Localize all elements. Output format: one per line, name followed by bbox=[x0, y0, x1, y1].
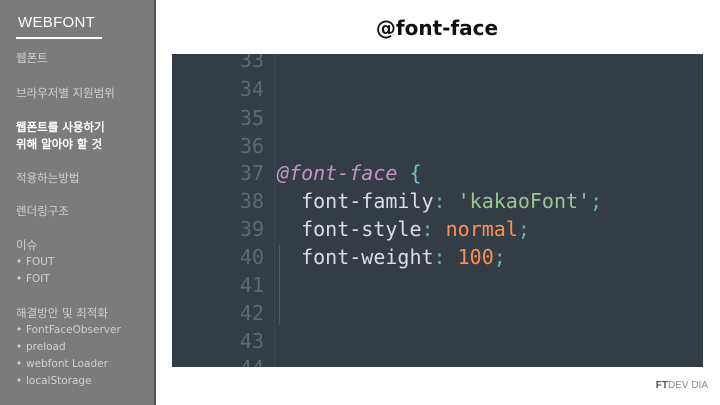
keyword-value: normal bbox=[445, 217, 518, 241]
line-number: 33 bbox=[239, 54, 264, 72]
footer-brand: FTDEV DIA bbox=[655, 380, 708, 391]
at-rule-keyword: @font-face bbox=[277, 161, 398, 185]
line-number: 43 bbox=[239, 329, 264, 353]
sidebar-title: WEBFONT bbox=[18, 14, 96, 31]
sidebar-subitem-fout[interactable]: • FOUT bbox=[16, 254, 54, 271]
code-line-font-weight: font-weight: 100; bbox=[301, 245, 506, 269]
slide-title: @font-face bbox=[375, 16, 499, 40]
sidebar-item-label: 위해 알아야 할 것 bbox=[16, 137, 103, 151]
sidebar-subitem-foit[interactable]: • FOIT bbox=[16, 271, 50, 288]
line-number: 38 bbox=[239, 189, 264, 213]
line-number: 36 bbox=[239, 134, 264, 158]
property-name: font-style bbox=[301, 217, 422, 241]
code-line-at-rule: @font-face { bbox=[277, 161, 422, 185]
line-number: 42 bbox=[239, 301, 264, 325]
line-number: 37 bbox=[239, 161, 264, 185]
sidebar-subitem-webfont-loader[interactable]: • webfont Loader bbox=[16, 356, 108, 373]
sidebar-item-browser-support[interactable]: 브라우저별 지원범위 bbox=[16, 85, 115, 102]
sidebar-item-webfont[interactable]: 웹폰트 bbox=[16, 50, 48, 67]
code-line-font-style: font-style: normal; bbox=[301, 217, 530, 241]
sidebar-item-apply-method[interactable]: 적용하는방법 bbox=[16, 170, 79, 187]
string-value: 'kakaoFont' bbox=[457, 189, 591, 213]
number-value: 100 bbox=[457, 245, 494, 269]
sidebar-item-issues[interactable]: 이슈 bbox=[16, 237, 37, 254]
sidebar-item-render-structure[interactable]: 렌더링구조 bbox=[16, 203, 69, 220]
code-line-font-family: font-family: 'kakaoFont'; bbox=[301, 189, 603, 213]
line-number: 41 bbox=[239, 273, 264, 297]
sidebar-subitem-fontfaceobserver[interactable]: • FontFaceObserver bbox=[16, 322, 121, 339]
sidebar-title-underline bbox=[16, 37, 102, 39]
open-brace: { bbox=[409, 161, 422, 185]
sidebar-divider bbox=[154, 0, 156, 405]
code-block: 33 34 35 36 37 38 39 40 41 42 43 44 @fon… bbox=[172, 54, 703, 367]
line-number: 40 bbox=[239, 245, 264, 269]
sidebar-subitem-localstorage[interactable]: • localStorage bbox=[16, 373, 92, 390]
line-number: 35 bbox=[239, 106, 264, 130]
line-number: 44 bbox=[212, 356, 264, 367]
sidebar-item-need-to-know[interactable]: 웹폰트를 사용하기 위해 알아야 할 것 bbox=[16, 119, 105, 153]
sidebar: WEBFONT 웹폰트 브라우저별 지원범위 웹폰트를 사용하기 위해 알아야 … bbox=[0, 0, 154, 405]
sidebar-item-solutions[interactable]: 해결방안 및 최적화 bbox=[16, 305, 108, 322]
line-number: 39 bbox=[239, 217, 264, 241]
property-name: font-weight bbox=[301, 245, 434, 269]
gutter-divider bbox=[274, 54, 275, 367]
sidebar-subitem-preload[interactable]: • preload bbox=[16, 339, 66, 356]
line-number: 34 bbox=[239, 77, 264, 101]
sidebar-item-label: 웹폰트를 사용하기 bbox=[16, 120, 105, 134]
property-name: font-family bbox=[301, 189, 434, 213]
